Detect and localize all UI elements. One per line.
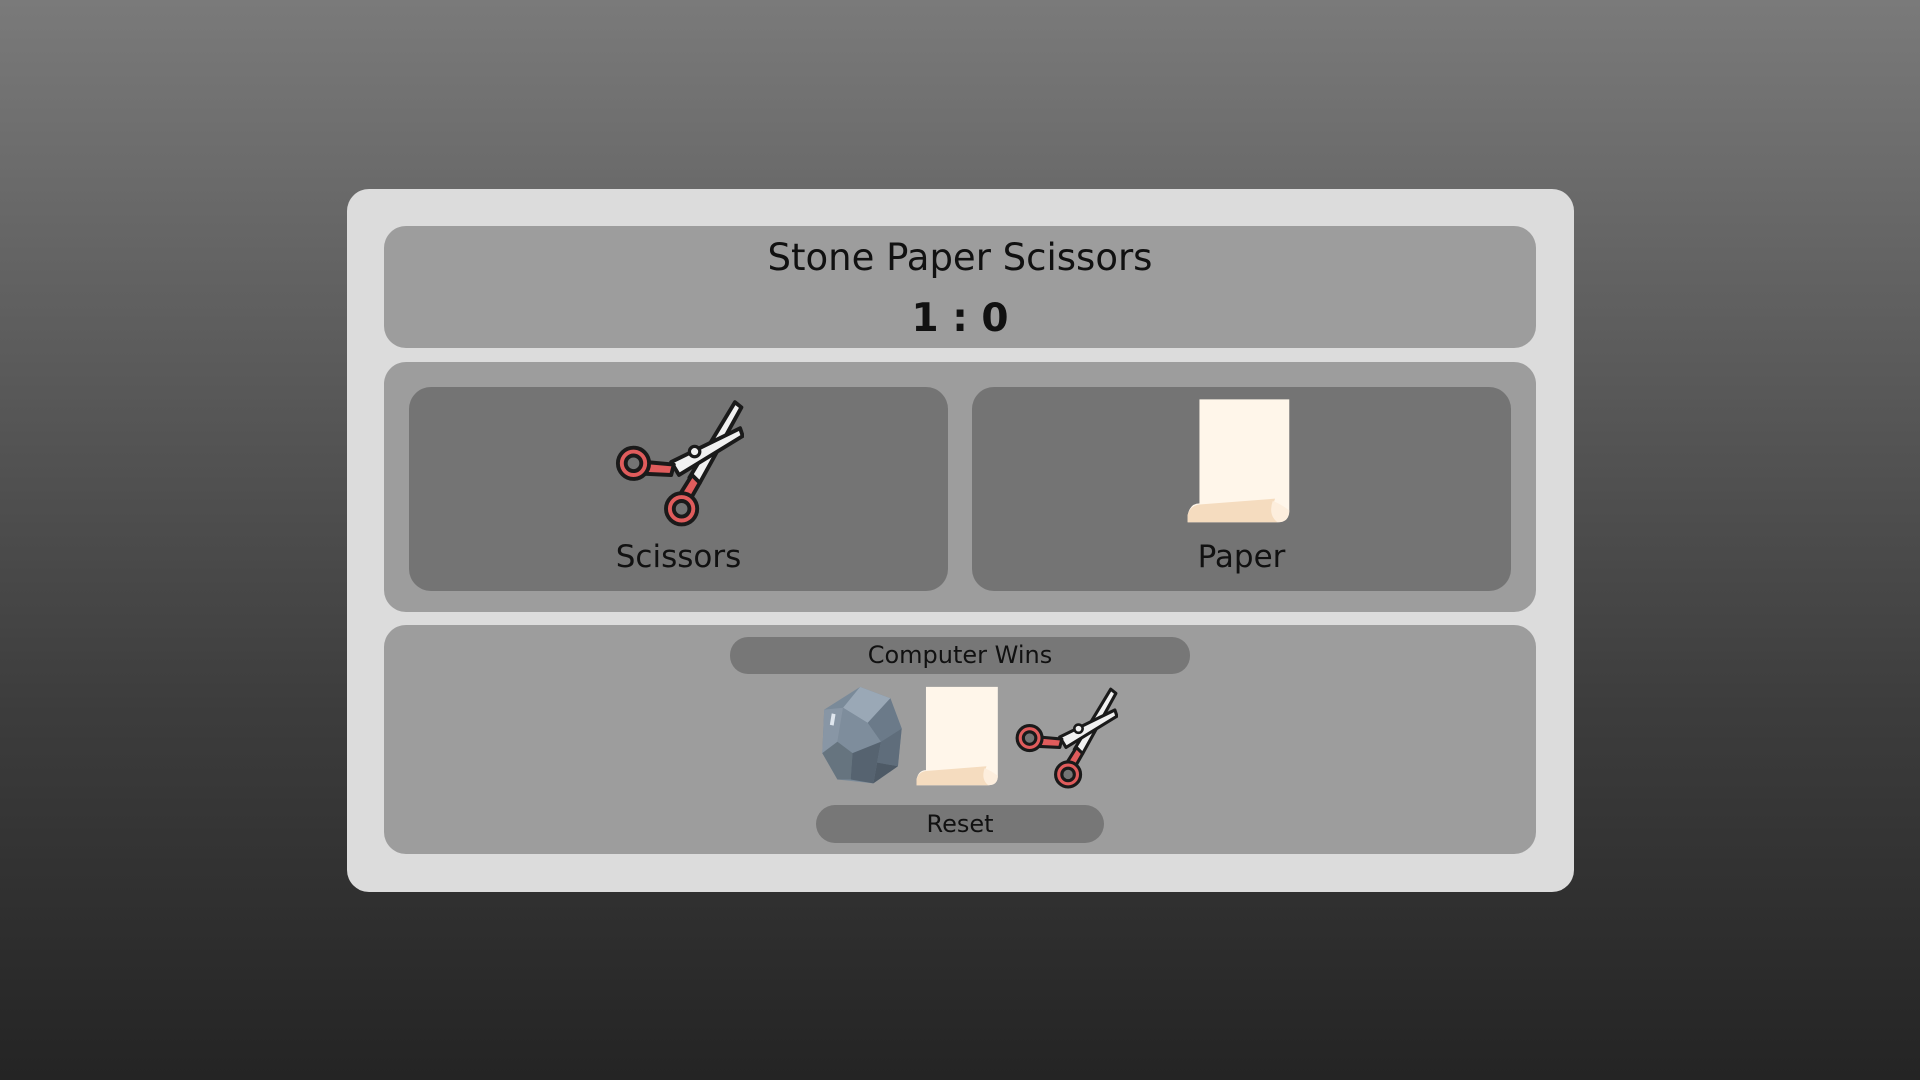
player-choice-tile: Scissors — [409, 387, 948, 591]
score-display: 1 : 0 — [911, 296, 1009, 341]
option-buttons — [384, 685, 1536, 789]
computer-choice-tile: Paper — [972, 387, 1511, 591]
scissors-icon — [614, 397, 744, 527]
paper-icon — [1177, 397, 1307, 527]
header-panel: Stone Paper Scissors 1 : 0 — [384, 226, 1536, 348]
scissors-icon — [1014, 685, 1118, 789]
result-status: Computer Wins — [730, 637, 1190, 674]
scissors-option-button[interactable] — [1014, 685, 1118, 789]
choices-panel: Scissors Paper — [384, 362, 1536, 612]
page-title: Stone Paper Scissors — [767, 236, 1153, 279]
reset-button[interactable]: Reset — [816, 805, 1104, 843]
player-choice-label: Scissors — [615, 539, 742, 575]
game-card: Stone Paper Scissors 1 : 0 Scissors Pape… — [347, 189, 1574, 892]
result-panel: Computer Wins Reset — [384, 625, 1536, 854]
computer-choice-label: Paper — [1197, 539, 1286, 575]
stone-option-button[interactable] — [810, 685, 914, 789]
stone-icon — [810, 685, 914, 789]
paper-option-button[interactable] — [908, 685, 1012, 789]
paper-icon — [908, 685, 1012, 789]
